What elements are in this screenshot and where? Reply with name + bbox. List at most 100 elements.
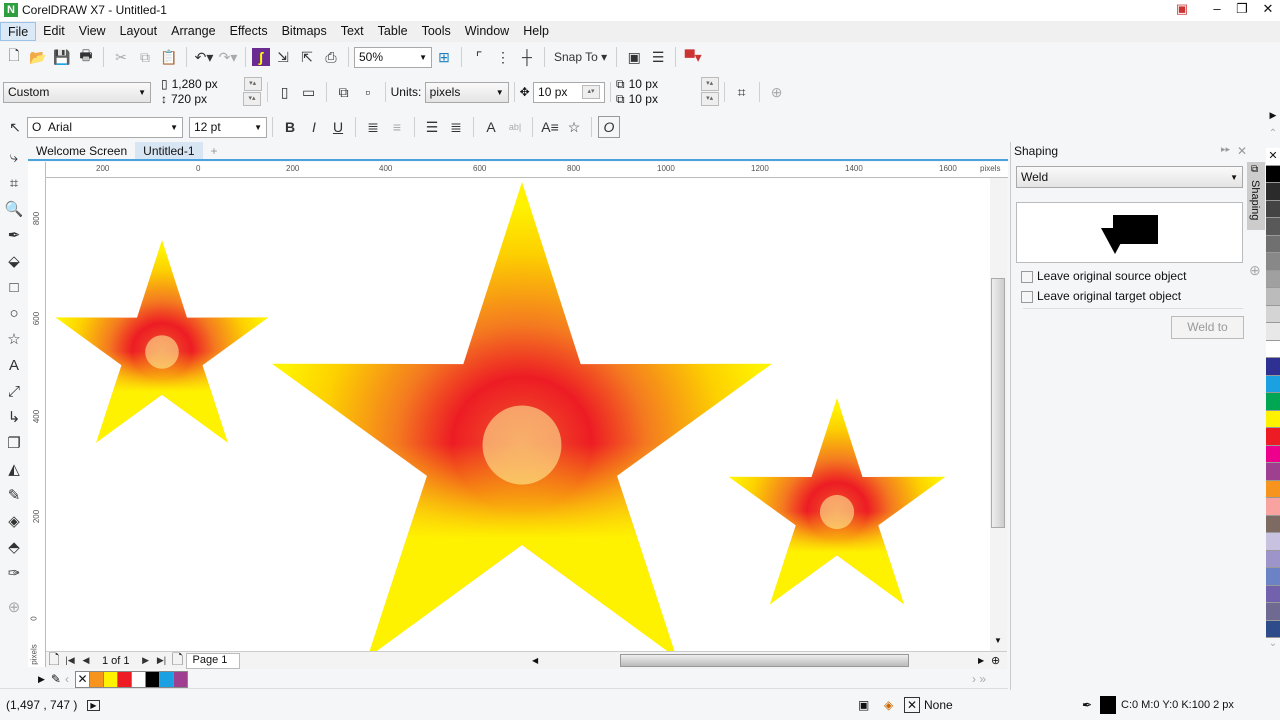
- star-shape[interactable]: [728, 398, 946, 605]
- color-swatch[interactable]: [102, 670, 118, 688]
- leave-target-option[interactable]: Leave original target object: [1021, 289, 1181, 303]
- dup-x-input[interactable]: 10 px: [629, 77, 697, 92]
- color-swatch[interactable]: [1266, 323, 1280, 341]
- new-tab-icon[interactable]: +: [203, 142, 226, 159]
- color-swatch[interactable]: [1266, 603, 1280, 621]
- treat-as-filled-icon[interactable]: ⌗: [731, 81, 753, 103]
- restore-button[interactable]: ❐: [1230, 1, 1254, 19]
- zoom-tool-icon[interactable]: 🔍: [3, 198, 25, 220]
- text-properties-icon[interactable]: A≡: [539, 116, 561, 138]
- menu-arrange[interactable]: Arrange: [164, 22, 222, 41]
- add-docker-icon[interactable]: ⊕: [1249, 262, 1261, 279]
- outline-pen-icon[interactable]: ✑: [3, 562, 25, 584]
- page-size-combo[interactable]: Custom ▼: [3, 81, 151, 103]
- pick-tool-icon[interactable]: ↖: [4, 116, 26, 138]
- minimize-button[interactable]: –: [1205, 1, 1229, 19]
- width-spinner[interactable]: ▾▴: [243, 77, 262, 91]
- application-launcher-icon[interactable]: ▀▾: [682, 46, 704, 68]
- color-swatch[interactable]: [1266, 498, 1280, 516]
- font-combo[interactable]: O Arial ▼: [27, 116, 183, 138]
- paste-icon[interactable]: 📋: [158, 46, 180, 68]
- color-swatch[interactable]: [1266, 410, 1280, 428]
- color-swatch[interactable]: [1266, 428, 1280, 446]
- search-content-icon[interactable]: ʃ: [252, 48, 270, 66]
- color-eyedropper-icon[interactable]: ✎: [3, 484, 25, 506]
- horizontal-scroll-thumb[interactable]: [620, 654, 909, 667]
- paragraph-icon[interactable]: ≡: [386, 116, 408, 138]
- color-swatch[interactable]: [158, 670, 174, 688]
- color-proofing-icon[interactable]: ▣: [858, 698, 869, 712]
- leave-source-checkbox[interactable]: [1021, 270, 1033, 283]
- snap-to-button[interactable]: Snap To ▾: [551, 46, 610, 68]
- bullets-icon[interactable]: ☰: [421, 116, 443, 138]
- color-swatch[interactable]: [1266, 585, 1280, 603]
- underline-icon[interactable]: U: [327, 116, 349, 138]
- menu-file[interactable]: File: [0, 22, 37, 41]
- color-swatch[interactable]: [1266, 620, 1280, 638]
- redo-icon[interactable]: ↷▾: [217, 46, 239, 68]
- color-swatch[interactable]: [1266, 358, 1280, 376]
- page-tab[interactable]: Page 1: [185, 652, 241, 669]
- horizontal-ruler[interactable]: 200 0 200 400 600 800 1000 1200 1400 160…: [46, 162, 1008, 178]
- leave-target-checkbox[interactable]: [1021, 290, 1033, 303]
- nudge-spinner[interactable]: ▴▾: [582, 85, 601, 99]
- drop-cap-icon[interactable]: A: [480, 116, 502, 138]
- menu-bitmaps[interactable]: Bitmaps: [275, 22, 334, 41]
- all-pages-icon[interactable]: ⧉: [333, 81, 355, 103]
- color-swatch[interactable]: [1266, 270, 1280, 288]
- color-swatch[interactable]: [1266, 480, 1280, 498]
- undo-icon[interactable]: ↶▾: [193, 46, 215, 68]
- add-page-after-icon[interactable]: 🗋: [171, 650, 185, 672]
- units-combo[interactable]: pixels ▼: [424, 81, 509, 103]
- no-color-swatch[interactable]: ✕: [1266, 148, 1280, 166]
- export-icon[interactable]: ⇱: [296, 46, 318, 68]
- dup-y-spinner[interactable]: ▾▴: [700, 92, 719, 106]
- star-shape[interactable]: [271, 182, 773, 651]
- show-rulers-icon[interactable]: ⌜: [468, 46, 490, 68]
- menu-view[interactable]: View: [72, 22, 113, 41]
- vertical-scrollbar[interactable]: ▼: [990, 178, 1007, 651]
- import-icon[interactable]: ⇲: [272, 46, 294, 68]
- status-expand-icon[interactable]: ▶: [87, 699, 100, 711]
- interactive-fill-icon[interactable]: ◈: [3, 510, 25, 532]
- height-spinner[interactable]: ▾▴: [243, 92, 261, 106]
- drawing-canvas[interactable]: [46, 178, 990, 651]
- color-swatch[interactable]: [116, 670, 132, 688]
- color-swatch[interactable]: [1266, 550, 1280, 568]
- print-icon[interactable]: 🖶: [75, 46, 97, 68]
- columns-icon[interactable]: ≣: [445, 116, 467, 138]
- new-icon[interactable]: 🗋: [3, 46, 25, 68]
- page-width-input[interactable]: 1,280 px: [172, 77, 240, 92]
- menu-window[interactable]: Window: [458, 22, 516, 41]
- menu-tools[interactable]: Tools: [415, 22, 458, 41]
- dup-x-spinner[interactable]: ▾▴: [700, 77, 719, 91]
- copy-icon[interactable]: ⧉: [134, 46, 156, 68]
- palette-scroll-down-icon[interactable]: ⌄: [1266, 638, 1280, 656]
- current-page-icon[interactable]: ▫: [357, 81, 379, 103]
- color-swatch[interactable]: [1266, 165, 1280, 183]
- dup-y-input[interactable]: 10 px: [629, 92, 697, 107]
- welcome-screen-icon[interactable]: ▣: [623, 46, 645, 68]
- font-size-combo[interactable]: 12 pt ▼: [189, 116, 267, 138]
- landscape-icon[interactable]: ▭: [298, 81, 320, 103]
- scroll-right-icon[interactable]: ▶: [978, 656, 984, 665]
- scroll-left-icon[interactable]: ◀: [532, 656, 538, 665]
- color-swatch[interactable]: [130, 670, 146, 688]
- smart-fill-icon[interactable]: ⬙: [3, 250, 25, 272]
- save-icon[interactable]: 💾: [51, 46, 73, 68]
- full-screen-preview-icon[interactable]: ⊞: [433, 46, 455, 68]
- text-tool-icon[interactable]: A: [3, 354, 25, 376]
- menu-table[interactable]: Table: [371, 22, 415, 41]
- color-swatch[interactable]: [88, 670, 104, 688]
- color-swatch[interactable]: [1266, 463, 1280, 481]
- ellipse-tool-icon[interactable]: ○: [3, 302, 25, 324]
- freehand-tool-icon[interactable]: ✒: [3, 224, 25, 246]
- parallel-dimension-icon[interactable]: ⤢: [3, 380, 25, 402]
- color-swatch[interactable]: [1266, 200, 1280, 218]
- add-icon[interactable]: ⊕: [766, 81, 788, 103]
- transparency-icon[interactable]: ◭: [3, 458, 25, 480]
- add-page-before-icon[interactable]: 🗋: [47, 650, 61, 672]
- color-swatch[interactable]: [1266, 218, 1280, 236]
- show-grid-icon[interactable]: ⋮: [492, 46, 514, 68]
- color-swatch[interactable]: [1266, 568, 1280, 586]
